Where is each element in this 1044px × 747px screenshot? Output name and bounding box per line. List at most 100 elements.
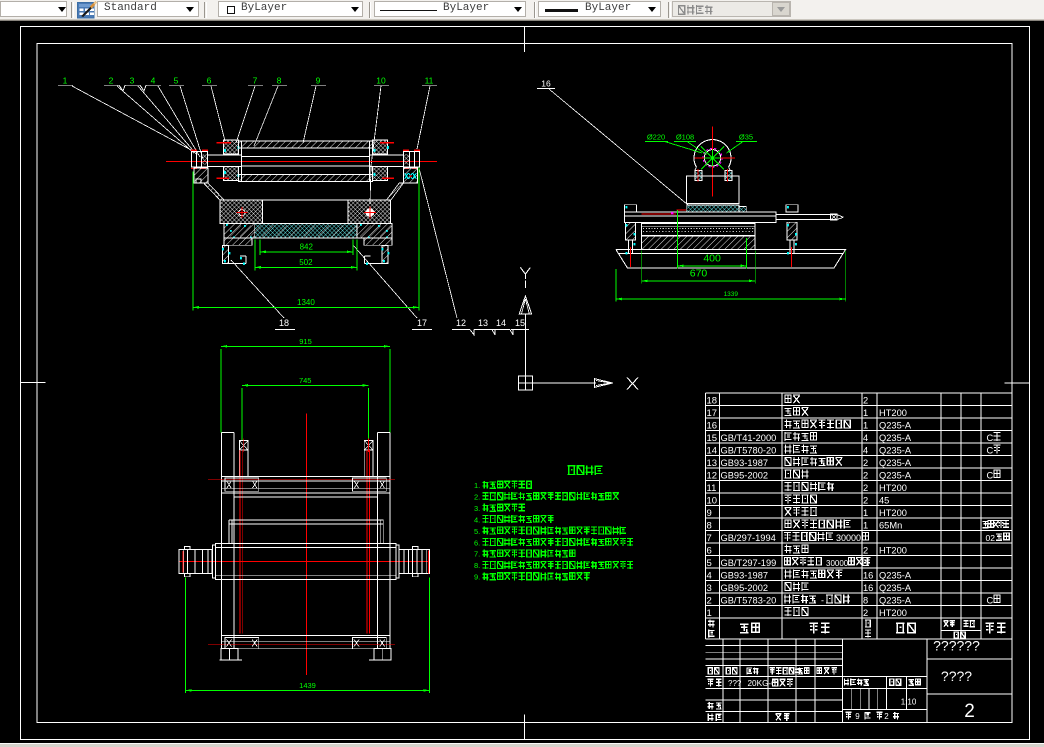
svg-text:16: 16 [863, 583, 873, 593]
svg-text:Ø35: Ø35 [739, 133, 753, 142]
svg-text:Q235-A: Q235-A [879, 583, 912, 593]
svg-text:2: 2 [863, 470, 868, 480]
svg-text:670: 670 [690, 268, 708, 280]
svg-text:9.: 9. [474, 573, 480, 582]
svg-text:C: C [987, 445, 994, 455]
svg-text:14: 14 [707, 445, 718, 456]
svg-text:GB95-2002: GB95-2002 [721, 583, 769, 593]
svg-text:6: 6 [207, 76, 212, 86]
svg-text:2.: 2. [474, 492, 480, 501]
svg-text:C: C [987, 595, 994, 605]
svg-text:18: 18 [279, 318, 289, 328]
svg-text:Q235-A: Q235-A [879, 570, 912, 580]
svg-text:2: 2 [863, 545, 868, 555]
svg-text:GB/T297-199: GB/T297-199 [721, 558, 777, 568]
svg-text:C: C [987, 433, 994, 443]
svg-text:2: 2 [863, 495, 868, 505]
svg-text:HT200: HT200 [879, 608, 907, 618]
svg-text:1439: 1439 [299, 681, 316, 690]
svg-text:1: 1 [707, 608, 712, 619]
svg-text:4: 4 [863, 433, 868, 443]
svg-text:2: 2 [884, 712, 889, 721]
svg-text:7: 7 [253, 76, 258, 86]
svg-text:Q235-A: Q235-A [879, 470, 912, 480]
svg-text:5: 5 [707, 558, 712, 569]
svg-text:5: 5 [174, 76, 179, 86]
svg-text:1: 1 [863, 408, 868, 418]
svg-text:9: 9 [316, 76, 321, 86]
svg-text:GB93-1987: GB93-1987 [721, 458, 769, 468]
svg-text:????: ???? [941, 668, 972, 684]
svg-text:2: 2 [863, 483, 868, 493]
svg-text:2: 2 [109, 76, 114, 86]
svg-text:8.: 8. [474, 561, 480, 570]
svg-text:2: 2 [707, 595, 712, 606]
svg-text:16: 16 [707, 420, 718, 431]
svg-text:???: ??? [728, 679, 742, 688]
svg-text:9: 9 [855, 712, 860, 721]
svg-text:7.: 7. [474, 550, 480, 559]
svg-text:16: 16 [863, 570, 873, 580]
svg-text:-: - [821, 595, 824, 605]
svg-text:4.: 4. [474, 515, 480, 524]
svg-text:1: 1 [863, 520, 868, 530]
svg-text:14: 14 [496, 318, 506, 328]
svg-text:GB/T5780-20: GB/T5780-20 [721, 445, 777, 455]
svg-text:HT200: HT200 [879, 508, 907, 518]
svg-text:Ø108: Ø108 [676, 133, 694, 142]
svg-text:HT200: HT200 [879, 408, 907, 418]
svg-text:4: 4 [707, 570, 712, 581]
svg-text:GB93-1987: GB93-1987 [721, 570, 769, 580]
svg-text:HT200: HT200 [879, 545, 907, 555]
svg-text:10: 10 [376, 76, 386, 86]
svg-text:65Mn: 65Mn [879, 520, 902, 530]
svg-text:HT200: HT200 [879, 483, 907, 493]
svg-text:30000: 30000 [836, 533, 861, 543]
svg-text:Ø220: Ø220 [647, 133, 665, 142]
svg-text:3: 3 [130, 76, 135, 86]
svg-text:1: 1 [863, 420, 868, 430]
svg-text:1340: 1340 [297, 298, 315, 307]
svg-text:12: 12 [456, 318, 466, 328]
svg-text:502: 502 [299, 258, 313, 267]
svg-text:9: 9 [707, 508, 712, 519]
svg-text:2: 2 [964, 701, 975, 722]
svg-text:11: 11 [707, 483, 717, 494]
svg-text:??????: ?????? [933, 638, 980, 654]
svg-text:45: 45 [879, 495, 889, 505]
svg-text:15: 15 [515, 318, 525, 328]
svg-text:4: 4 [863, 445, 868, 455]
svg-text:745: 745 [299, 376, 312, 385]
svg-text:13: 13 [707, 458, 718, 469]
svg-text:15: 15 [707, 433, 718, 444]
svg-text:2: 2 [863, 608, 868, 618]
svg-text:02: 02 [986, 533, 996, 543]
svg-text:Q235-A: Q235-A [879, 433, 912, 443]
svg-text:915: 915 [299, 337, 312, 346]
svg-text:16: 16 [541, 79, 551, 89]
svg-text:842: 842 [300, 242, 314, 251]
svg-text:8: 8 [863, 595, 868, 605]
svg-text:GB/T5783-20: GB/T5783-20 [721, 595, 777, 605]
svg-text:400: 400 [703, 253, 721, 265]
svg-text:30000: 30000 [826, 559, 849, 568]
svg-text:Q235-A: Q235-A [879, 445, 912, 455]
svg-text:17: 17 [417, 318, 427, 328]
svg-text:7: 7 [707, 533, 712, 544]
svg-text:GB95-2002: GB95-2002 [721, 470, 769, 480]
svg-text:1339: 1339 [724, 291, 739, 298]
svg-text:6.: 6. [474, 538, 480, 547]
svg-text:5.: 5. [474, 527, 480, 536]
svg-text:GB/T41-2000: GB/T41-2000 [721, 433, 777, 443]
svg-text:Q235-A: Q235-A [879, 595, 912, 605]
svg-text:2: 2 [863, 395, 868, 405]
svg-text:C: C [987, 470, 994, 480]
svg-text:Q235-A: Q235-A [879, 458, 912, 468]
svg-text:Q235-A: Q235-A [879, 420, 912, 430]
svg-text:6: 6 [707, 545, 712, 556]
svg-text:1:10: 1:10 [901, 698, 917, 707]
svg-text:11: 11 [425, 76, 434, 86]
svg-text:3: 3 [707, 583, 712, 594]
svg-text:2: 2 [863, 458, 868, 468]
svg-text:8: 8 [707, 520, 712, 531]
